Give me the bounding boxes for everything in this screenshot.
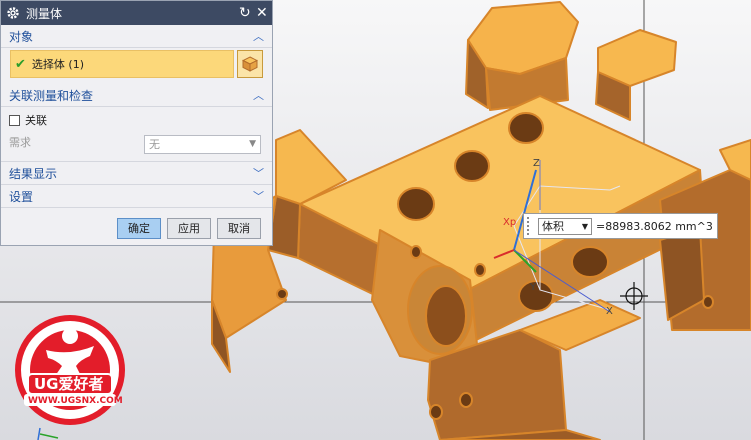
section-assoc-title: 关联测量和检查: [9, 88, 94, 103]
measure-result-tooltip[interactable]: 体积 ▼ =88983.8062 mm^3: [523, 213, 718, 239]
logo-brand: UG爱好者: [34, 375, 104, 393]
dropdown-arrow-icon: ▼: [249, 139, 256, 149]
section-results-header[interactable]: 结果显示 ﹀: [1, 161, 272, 185]
drag-handle[interactable]: [527, 217, 535, 235]
ugsnx-logo: [15, 315, 125, 425]
apply-button[interactable]: 应用: [167, 218, 211, 239]
section-results-title: 结果显示: [9, 166, 58, 181]
x-axis-label: X: [606, 306, 613, 317]
measure-type-select[interactable]: 体积 ▼: [538, 217, 592, 235]
cube-select-icon: [242, 56, 258, 72]
associative-label: 关联: [25, 114, 47, 127]
associative-checkbox[interactable]: [9, 114, 20, 126]
section-object-title: 对象: [9, 29, 34, 44]
associative-row[interactable]: 关联: [1, 109, 272, 131]
xp-axis-label: Xp: [503, 217, 517, 228]
cancel-button[interactable]: 取消: [217, 218, 261, 239]
dialog-titlebar[interactable]: 测量体 ↻ ✕: [1, 1, 272, 25]
gear-icon[interactable]: [6, 6, 20, 20]
requirement-select[interactable]: 无 ▼: [144, 135, 261, 154]
ok-button[interactable]: 确定: [117, 218, 161, 239]
requirement-value: 无: [149, 138, 160, 151]
cube-select-button[interactable]: [237, 50, 263, 78]
z-axis-label: Z: [533, 158, 540, 169]
dropdown-arrow-icon: ▼: [581, 221, 588, 231]
dialog-title: 测量体: [26, 6, 63, 21]
section-assoc-header[interactable]: 关联测量和检查 ︿: [1, 84, 272, 107]
section-settings-title: 设置: [9, 189, 34, 204]
chevron-up-icon[interactable]: ︿: [253, 87, 264, 103]
measure-result-value: =88983.8062 mm^3: [596, 219, 713, 233]
close-icon[interactable]: ✕: [256, 5, 268, 21]
chevron-down-icon[interactable]: ﹀: [253, 188, 264, 204]
y-axis-label: Y: [530, 282, 537, 293]
select-body-field[interactable]: ✔ 选择体 (1): [10, 50, 234, 78]
section-object-header[interactable]: 对象 ︿: [1, 25, 272, 48]
measure-type-value: 体积: [542, 219, 564, 233]
checkmark-icon: ✔: [15, 56, 26, 72]
select-body-label: 选择体 (1): [31, 58, 84, 71]
select-body-row[interactable]: ✔ 选择体 (1): [10, 50, 263, 78]
measure-body-dialog: 测量体 ↻ ✕ 对象 ︿ ✔ 选择体 (1) 关联测量和检查 ︿ 关联 需求 结…: [0, 0, 273, 246]
requirement-label: 需求: [9, 136, 31, 149]
logo-url: WWW.UGSNX.COM: [28, 396, 123, 406]
chevron-down-icon[interactable]: ﹀: [253, 165, 264, 181]
section-settings-header[interactable]: 设置 ﹀: [1, 185, 272, 208]
reset-icon[interactable]: ↻: [239, 5, 251, 21]
chevron-up-icon[interactable]: ︿: [253, 28, 264, 44]
